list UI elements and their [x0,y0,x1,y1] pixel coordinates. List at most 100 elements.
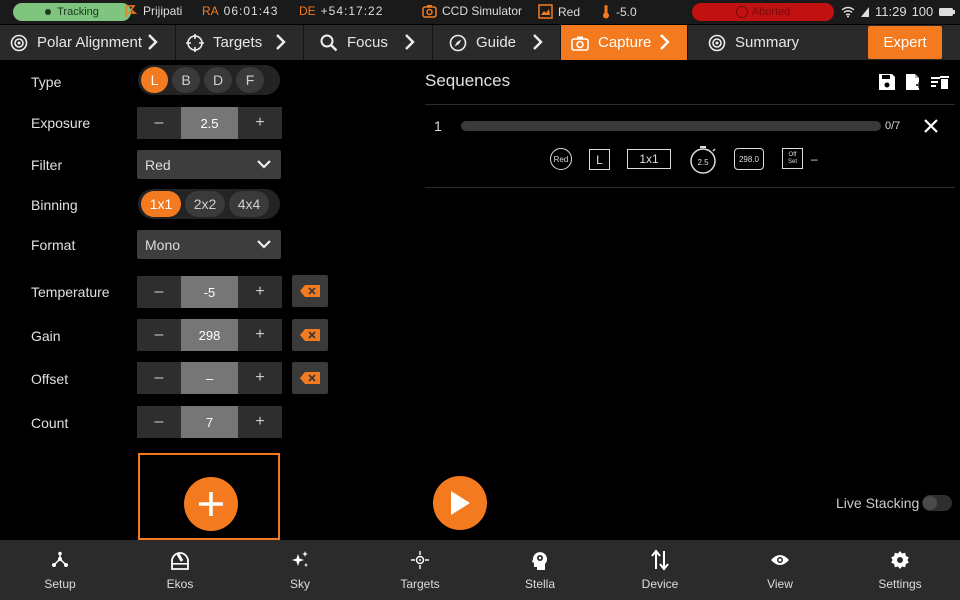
gain-value[interactable]: 298 [181,319,238,351]
nav-label: Stella [524,577,556,591]
nav-view[interactable]: View [720,540,840,600]
binning-option-2x2[interactable]: 2x2 [185,191,225,217]
exposure-stepper: – 2.5 + [137,107,282,139]
ra-value: 06:01:43 [223,4,279,18]
temperature-info: -5.0 [601,4,637,19]
gain-label: Gain [31,328,61,344]
tracking-status-badge[interactable]: Tracking [13,3,131,21]
nav-sky[interactable]: Sky [240,540,360,600]
offset-value[interactable]: – [181,362,238,394]
mount-info: Prijipati [124,4,182,18]
count-increment-button[interactable]: + [238,406,282,438]
chevron-right-icon [660,34,670,50]
sequence-binning-badge: 1x1 [627,149,671,169]
capture-status-label: Aborted [751,6,791,18]
count-value[interactable]: 7 [181,406,238,438]
targets-icon [409,549,431,571]
status-dot-icon [45,9,52,15]
de-label: DE [299,4,316,18]
exposure-label: Exposure [31,115,91,131]
tab-polar-alignment[interactable]: Polar Alignment [0,25,176,60]
format-dropdown[interactable]: Mono [137,230,281,259]
remove-sequence-icon[interactable] [922,117,940,135]
tab-label: Summary [735,34,800,51]
ra-label: RA [202,4,219,18]
start-sequence-button[interactable] [433,476,487,530]
live-stacking-toggle[interactable] [922,495,952,511]
tab-summary[interactable]: Summary [688,25,828,60]
plus-icon [199,492,223,516]
exposure-decrement-button[interactable]: – [137,107,181,139]
type-option-l[interactable]: L [141,67,168,93]
polar-alignment-icon [10,34,28,52]
offset-stepper: – – + [137,362,282,394]
save-icon[interactable] [878,73,898,93]
temperature-clear-button[interactable] [292,275,328,307]
gain-increment-button[interactable]: + [238,319,282,351]
view-icon [769,549,791,571]
nav-targets[interactable]: Targets [360,540,480,600]
nav-setup[interactable]: Setup [0,540,120,600]
gain-stepper: – 298 + [137,319,282,351]
device-icon [649,549,671,571]
temperature-value[interactable]: -5 [181,276,238,308]
tab-focus[interactable]: Focus [304,25,433,60]
tab-label: Polar Alignment [37,34,143,51]
sequence-progress-bar [461,121,881,131]
gain-clear-button[interactable] [292,319,328,351]
tab-label: Guide [476,34,517,51]
camera-info: CCD Simulator [422,4,522,18]
nav-settings[interactable]: Settings [840,540,960,600]
temperature-label: Temperature [31,284,110,300]
sequence-exposure-badge: 2.5 [688,146,718,174]
type-option-f[interactable]: F [236,67,264,93]
exposure-value[interactable]: 2.5 [181,107,238,139]
toggle-knob [923,496,937,510]
type-option-b[interactable]: B [172,67,200,93]
binning-option-4x4[interactable]: 4x4 [229,191,269,217]
add-sequence-button[interactable] [184,477,238,531]
filter-dropdown[interactable]: Red [137,150,281,179]
binning-option-1x1[interactable]: 1x1 [141,191,181,217]
filter-wheel-icon [538,4,553,19]
sequence-filter-badge: Red [550,148,572,170]
offset-badge-line1: Off [788,151,797,158]
camera-icon [422,5,437,18]
wifi-icon [841,6,855,17]
clear-list-icon[interactable] [930,73,950,93]
battery-icon [939,7,956,16]
chevron-down-icon [257,160,271,169]
status-bar: Tracking Prijipati RA 06:01:43 DE +54:17… [0,0,960,24]
filter-label: Filter [31,157,63,173]
filter-name: Red [558,4,581,19]
temperature-increment-button[interactable]: + [238,276,282,308]
tab-guide[interactable]: Guide [433,25,561,60]
exposure-increment-button[interactable]: + [238,107,282,139]
live-stacking-label: Live Stacking [836,495,920,511]
de-value: +54:17:22 [320,4,384,18]
nav-device[interactable]: Device [600,540,720,600]
load-file-icon[interactable] [904,73,924,93]
stella-icon [529,549,551,571]
crosshair-icon [186,33,204,52]
sequences-title: Sequences [425,71,511,90]
offset-decrement-button[interactable]: – [137,362,181,394]
temperature-decrement-button[interactable]: – [137,276,181,308]
filter-selected-value: Red [145,156,171,173]
expert-button[interactable]: Expert [868,26,942,59]
tab-targets[interactable]: Targets [176,25,304,60]
offset-clear-button[interactable] [292,362,328,394]
nav-stella[interactable]: Stella [480,540,600,600]
backspace-icon [300,372,320,384]
count-decrement-button[interactable]: – [137,406,181,438]
offset-increment-button[interactable]: + [238,362,282,394]
type-option-d[interactable]: D [204,67,232,93]
tab-capture[interactable]: Capture [561,25,688,60]
backspace-icon [300,285,320,297]
bottom-nav: Setup Ekos Sky Targets Stella Device Vie… [0,540,960,600]
nav-ekos[interactable]: Ekos [120,540,240,600]
capture-status-badge[interactable]: Aborted [692,3,834,21]
tab-label: Focus [347,34,388,51]
gain-decrement-button[interactable]: – [137,319,181,351]
nav-label: View [767,577,793,591]
